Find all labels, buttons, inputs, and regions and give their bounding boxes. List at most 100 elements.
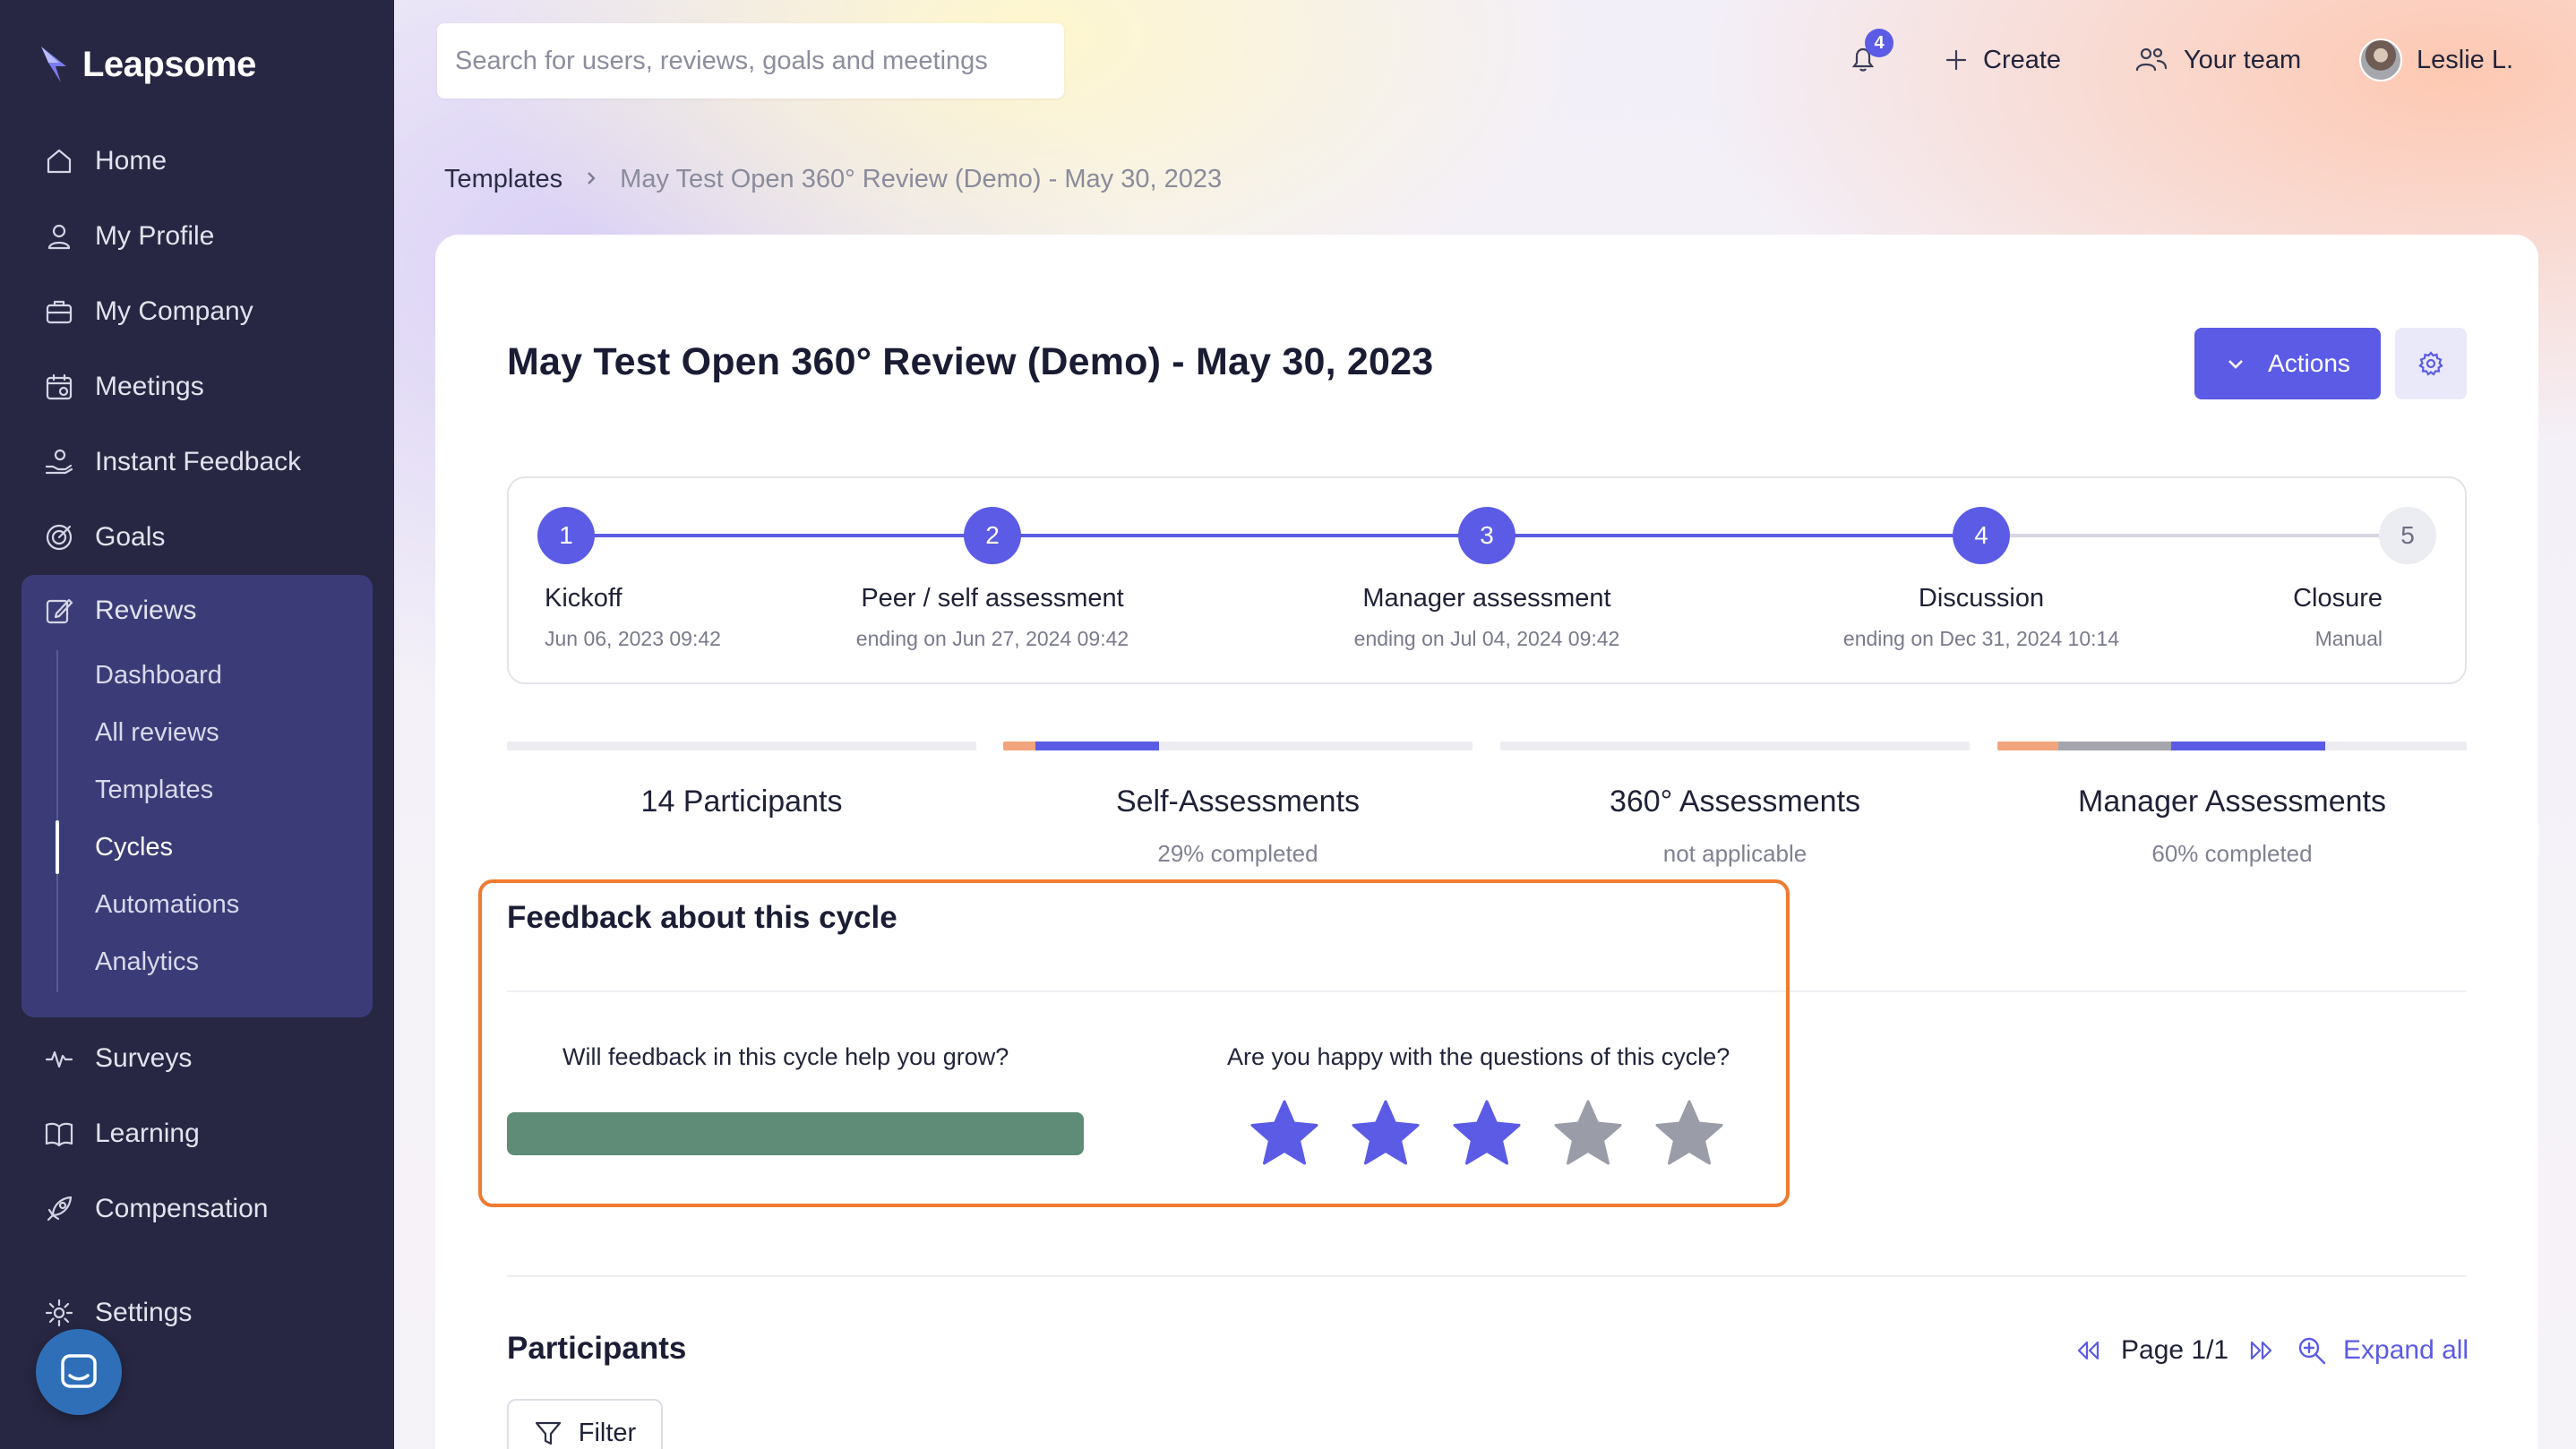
create-button[interactable]: Create	[1944, 38, 2061, 82]
question-happy: Are you happy with the questions of this…	[1227, 1043, 1730, 1070]
chevron-down-icon	[2228, 360, 2243, 369]
expand-all-label: Expand all	[2343, 1335, 2469, 1365]
subnav-analytics[interactable]: Analytics	[95, 938, 199, 986]
gear-icon	[2418, 351, 2443, 376]
logo-text: Leapsome	[82, 44, 256, 84]
edit-icon	[43, 595, 75, 627]
manager-assessments-progress-bar	[1997, 742, 2467, 750]
360-assessments-progress-bar	[1500, 742, 1970, 750]
sidebar-item-home[interactable]: Home	[43, 134, 167, 188]
sidebar-item-my-profile[interactable]: My Profile	[43, 210, 214, 263]
star-icon-3[interactable]	[1449, 1096, 1524, 1171]
stepper-progress-line	[566, 534, 1953, 537]
progress-segment	[1003, 742, 1035, 750]
360-assessments-status: not applicable	[1662, 840, 1807, 867]
star-icon-1[interactable]	[1247, 1096, 1322, 1171]
actions-button[interactable]: Actions	[2194, 328, 2381, 399]
briefcase-icon	[43, 296, 75, 328]
zoom-in-icon	[2298, 1337, 2326, 1365]
step-1-date: Jun 06, 2023 09:42	[545, 627, 721, 650]
step-4-label: Discussion	[1918, 584, 2045, 613]
user-icon	[43, 220, 75, 253]
subnav-all-reviews[interactable]: All reviews	[95, 708, 219, 757]
sidebar-item-meetings[interactable]: Meetings	[43, 360, 204, 414]
sidebar-item-label: Goals	[95, 522, 166, 552]
your-team-button[interactable]: Your team	[2134, 38, 2301, 82]
progress-segment	[2058, 742, 2171, 750]
your-team-label: Your team	[2184, 45, 2302, 74]
chevron-right-icon	[582, 165, 600, 194]
step-1-label: Kickoff	[545, 584, 623, 613]
subnav-automations[interactable]: Automations	[95, 880, 239, 929]
sidebar-item-label: Surveys	[95, 1043, 193, 1073]
sidebar-item-reviews[interactable]: Reviews	[43, 584, 196, 638]
grow-answer-bar	[507, 1112, 1084, 1155]
search-input[interactable]	[437, 23, 1064, 99]
step-2-marker[interactable]: 2	[964, 507, 1021, 564]
filter-icon	[535, 1421, 561, 1445]
sidebar-item-label: Home	[95, 146, 167, 176]
actions-label: Actions	[2268, 349, 2350, 377]
filter-button[interactable]: Filter	[507, 1399, 663, 1449]
feedback-hand-icon	[43, 446, 75, 478]
expand-all-button[interactable]: Expand all	[2297, 1329, 2469, 1372]
step-3-date: ending on Jul 04, 2024 09:42	[1353, 627, 1620, 650]
360-assessments-title: 360° Assessments	[1609, 785, 1861, 819]
step-3-marker[interactable]: 3	[1458, 507, 1516, 564]
breadcrumb: Templates May Test Open 360° Review (Dem…	[444, 159, 1222, 199]
page-title: May Test Open 360° Review (Demo) - May 3…	[507, 340, 1434, 383]
breadcrumb-templates-link[interactable]: Templates	[444, 165, 562, 194]
team-icon	[2135, 47, 2168, 72]
subnav-dashboard[interactable]: Dashboard	[95, 651, 222, 699]
book-icon	[43, 1118, 75, 1150]
rocket-icon	[43, 1193, 75, 1225]
subnav-active-indicator	[56, 820, 59, 874]
cycle-settings-button[interactable]	[2395, 328, 2467, 399]
self-assessments-progress-bar	[1003, 742, 1473, 750]
user-menu[interactable]: Leslie L.	[2359, 38, 2513, 82]
filter-label: Filter	[578, 1418, 637, 1447]
sidebar-item-label: Meetings	[95, 372, 204, 401]
question-grow: Will feedback in this cycle help you gro…	[562, 1043, 1009, 1070]
plus-icon	[1945, 49, 1967, 71]
sidebar-item-surveys[interactable]: Surveys	[43, 1032, 192, 1085]
previous-page-icon[interactable]	[2074, 1339, 2101, 1362]
sidebar-item-my-company[interactable]: My Company	[43, 285, 253, 339]
progress-segment	[2171, 742, 2325, 750]
manager-assessments-title: Manager Assessments	[2078, 785, 2386, 819]
subnav-templates[interactable]: Templates	[95, 766, 213, 814]
notification-count-badge: 4	[1865, 29, 1893, 57]
home-icon	[43, 145, 75, 177]
feedback-title: Feedback about this cycle	[507, 900, 897, 935]
logo[interactable]: Leapsome	[39, 41, 256, 88]
next-page-icon[interactable]	[2248, 1339, 2275, 1362]
star-icon-4[interactable]	[1550, 1096, 1626, 1171]
calendar-icon	[43, 371, 75, 403]
pagination: Page 1/1	[2074, 1331, 2275, 1370]
leapsome-logo-icon	[41, 47, 66, 82]
star-icon-5[interactable]	[1652, 1096, 1727, 1171]
step-5-date: Manual	[2314, 627, 2383, 650]
stepper-pending-line	[2010, 534, 2386, 537]
participants-progress-bar	[507, 742, 976, 750]
manager-assessments-status: 60% completed	[2151, 840, 2313, 867]
self-assessments-status: 29% completed	[1157, 840, 1318, 867]
step-2-date: ending on Jun 27, 2024 09:42	[855, 627, 1129, 650]
chat-icon	[61, 1354, 97, 1388]
target-icon	[43, 521, 75, 553]
sidebar-item-label: Settings	[95, 1298, 193, 1327]
sidebar-item-label: My Company	[95, 296, 253, 326]
sidebar-item-learning[interactable]: Learning	[43, 1107, 200, 1161]
participants-title: Participants	[507, 1331, 687, 1366]
step-5-marker[interactable]: 5	[2379, 507, 2436, 564]
sidebar-item-instant-feedback[interactable]: Instant Feedback	[43, 435, 301, 489]
step-4-marker[interactable]: 4	[1953, 507, 2010, 564]
sidebar-item-goals[interactable]: Goals	[43, 510, 165, 564]
step-3-label: Manager assessment	[1362, 584, 1611, 613]
step-1-marker[interactable]: 1	[537, 507, 595, 564]
star-icon-2[interactable]	[1348, 1096, 1423, 1171]
subnav-cycles[interactable]: Cycles	[95, 823, 173, 871]
chat-support-button[interactable]	[36, 1329, 122, 1415]
sidebar-item-compensation[interactable]: Compensation	[43, 1182, 268, 1236]
progress-segment	[1035, 742, 1159, 750]
